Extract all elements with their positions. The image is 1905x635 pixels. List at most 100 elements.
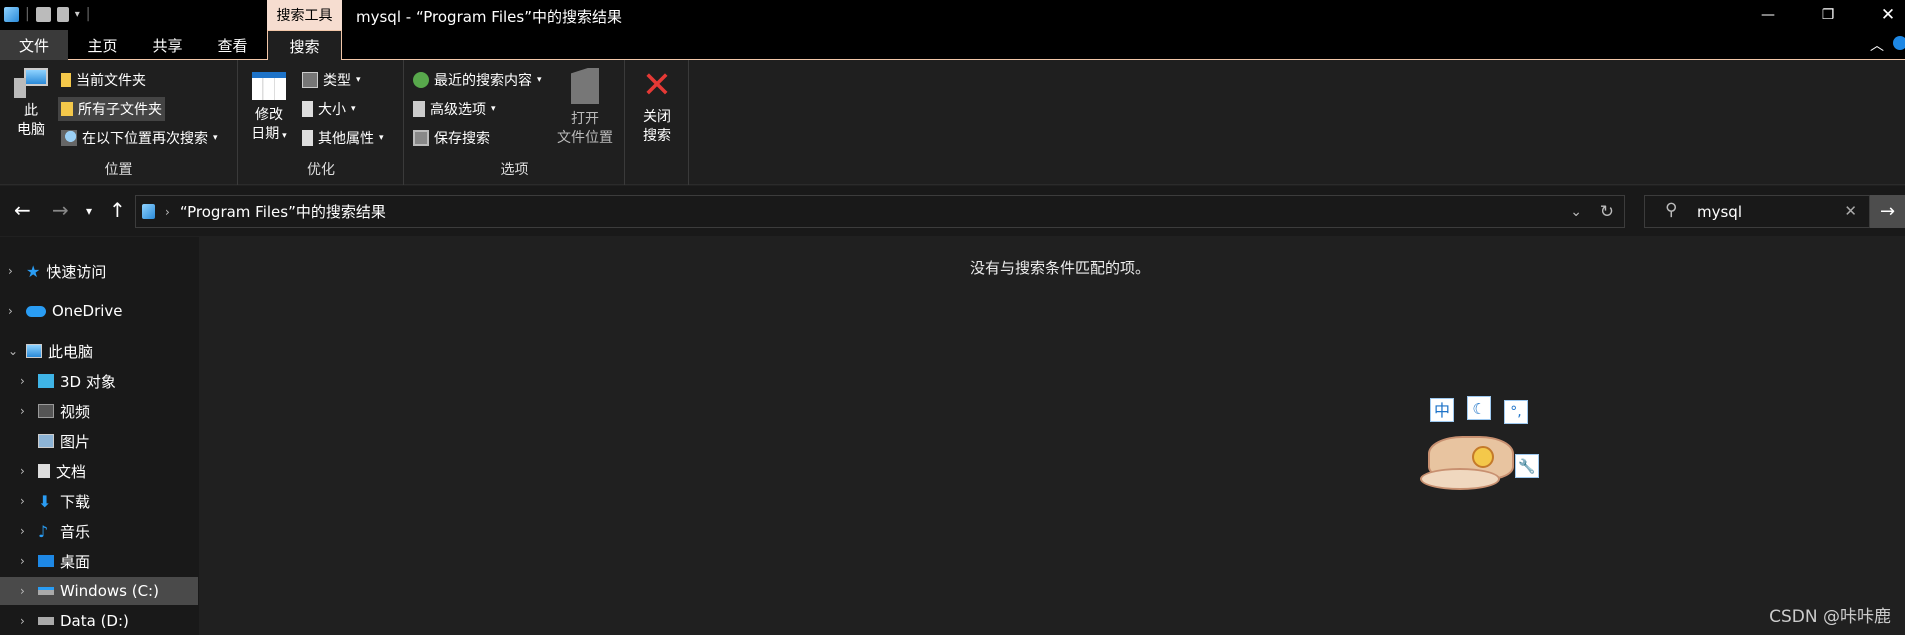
forward-button[interactable]: → <box>52 198 69 222</box>
tab-view[interactable]: 查看 <box>210 30 255 60</box>
app-icon <box>4 6 19 22</box>
nav-onedrive[interactable]: › OneDrive <box>8 297 123 325</box>
tab-share[interactable]: 共享 <box>145 30 190 60</box>
ime-floating-toolbar[interactable]: 中 ☾ °, 🔧 <box>1420 394 1550 499</box>
advanced-options-icon <box>413 101 425 117</box>
moon-icon[interactable]: ☾ <box>1467 396 1491 420</box>
save-search-button[interactable]: 保存搜索 <box>410 126 493 150</box>
search-again-in-button[interactable]: 在以下位置再次搜索 ▾ <box>58 126 221 150</box>
folder-icon <box>61 73 71 87</box>
this-pc-button[interactable]: 此 电脑 <box>10 68 52 140</box>
nav-quick-access[interactable]: › ★ 快速访问 <box>8 257 106 285</box>
watermark: CSDN @咔咔鹿 <box>1769 607 1891 627</box>
window-title: mysql - “Program Files”中的搜索结果 <box>356 8 622 26</box>
open-file-location-button[interactable]: 打开 文件位置 <box>552 68 618 148</box>
nav-item-drive-c[interactable]: › Windows (C:) <box>0 577 198 605</box>
title-bar: | ▾ | 搜索工具 mysql - “Program Files”中的搜索结果… <box>0 0 1905 30</box>
nav-item-downloads[interactable]: › ⬇ 下载 <box>20 487 90 515</box>
open-location-icon <box>571 68 599 104</box>
nav-item-documents[interactable]: › 文档 <box>20 457 86 485</box>
nav-item-pictures[interactable]: 图片 <box>20 427 90 455</box>
expand-chevron-icon[interactable]: › <box>8 264 20 278</box>
search-icon: ⚲ <box>1665 200 1678 220</box>
documents-icon <box>38 464 50 478</box>
properties-icon[interactable] <box>35 6 51 22</box>
advanced-options-button[interactable]: 高级选项 ▾ <box>410 97 499 121</box>
music-icon: ♪ <box>38 521 49 541</box>
recent-locations-dropdown[interactable]: ▾ <box>86 204 92 218</box>
date-modified-button[interactable]: 修改 日期 ▾ <box>249 72 289 146</box>
kind-button[interactable]: 类型 ▾ <box>299 68 364 92</box>
ribbon-tabs: 文件 主页 共享 查看 搜索 ︿ <box>0 30 1905 61</box>
kind-icon <box>302 72 318 88</box>
up-button[interactable]: ↑ <box>109 198 126 222</box>
recent-searches-button[interactable]: 最近的搜索内容 ▾ <box>410 68 545 92</box>
breadcrumb-path[interactable]: “Program Files”中的搜索结果 <box>180 201 386 222</box>
wrench-icon[interactable]: 🔧 <box>1515 454 1539 478</box>
back-button[interactable]: ← <box>14 198 31 222</box>
clear-search-icon[interactable]: ✕ <box>1844 202 1857 220</box>
other-properties-button[interactable]: 其他属性 ▾ <box>299 126 387 150</box>
current-folder-button[interactable]: 当前文件夹 <box>58 68 149 92</box>
restore-button[interactable]: ❐ <box>1805 0 1851 30</box>
punctuation-icon[interactable]: °, <box>1504 400 1528 424</box>
nav-item-3d-objects[interactable]: › 3D 对象 <box>20 367 116 395</box>
empty-results-message: 没有与搜索条件匹配的项。 <box>970 259 1151 277</box>
new-folder-icon[interactable] <box>56 6 69 22</box>
search-box[interactable]: ⚲ mysql ✕ <box>1644 195 1870 228</box>
tab-home[interactable]: 主页 <box>80 30 125 60</box>
subfolders-icon <box>61 102 73 116</box>
all-subfolders-button[interactable]: 所有子文件夹 <box>58 97 165 121</box>
3d-objects-icon <box>38 374 54 388</box>
computer-icon <box>26 344 42 358</box>
mascot-icon <box>1420 432 1530 494</box>
recent-searches-icon <box>413 72 429 88</box>
calendar-icon <box>252 72 286 100</box>
breadcrumb-chevron-icon[interactable]: › <box>165 205 170 219</box>
close-search-icon: ✕ <box>641 65 673 106</box>
computer-icon <box>14 68 48 98</box>
refresh-icon[interactable]: ↻ <box>1600 202 1614 222</box>
desktop-icon <box>38 555 54 567</box>
group-label-location: 位置 <box>104 162 133 178</box>
group-label-options: 选项 <box>500 162 529 178</box>
collapse-ribbon-icon[interactable]: ︿ <box>1870 35 1884 55</box>
address-bar[interactable]: › “Program Files”中的搜索结果 ⌄ ↻ <box>135 195 1625 228</box>
ribbon-group-location: 此 电脑 当前文件夹 所有子文件夹 在以下位置再次搜索 ▾ 位置 <box>0 60 238 185</box>
search-results-location-icon <box>142 204 155 219</box>
drive-c-icon <box>38 587 54 595</box>
file-list-pane[interactable] <box>200 237 1905 635</box>
help-icon[interactable] <box>1893 36 1905 50</box>
search-input[interactable]: mysql <box>1697 203 1742 221</box>
navigation-bar: ← → ▾ ↑ › “Program Files”中的搜索结果 ⌄ ↻ ⚲ my… <box>0 186 1905 236</box>
nav-item-music[interactable]: › ♪ 音乐 <box>20 517 90 545</box>
customize-qa-icon[interactable]: ▾ <box>75 9 80 20</box>
nav-this-pc[interactable]: ⌄ 此电脑 <box>8 337 93 365</box>
pictures-icon <box>38 434 54 448</box>
downloads-icon: ⬇ <box>38 491 52 511</box>
nav-item-drive-d[interactable]: › Data (D:) <box>20 607 129 635</box>
navigation-pane: › ★ 快速访问 › OneDrive ⌄ 此电脑 › 3D 对象 › 视频 图… <box>0 237 199 635</box>
search-again-icon <box>61 130 77 146</box>
tab-file[interactable]: 文件 <box>0 30 68 60</box>
nav-item-videos[interactable]: › 视频 <box>20 397 90 425</box>
close-window-button[interactable]: ✕ <box>1865 0 1905 30</box>
address-history-dropdown[interactable]: ⌄ <box>1570 204 1582 220</box>
properties-doc-icon <box>302 130 313 146</box>
nav-item-desktop[interactable]: › 桌面 <box>20 547 90 575</box>
cloud-icon <box>26 305 46 317</box>
ime-lang-indicator[interactable]: 中 <box>1430 398 1454 422</box>
size-button[interactable]: 大小 ▾ <box>299 97 359 121</box>
close-search-button[interactable]: ✕ 关闭 搜索 <box>632 68 682 146</box>
minimize-button[interactable]: — <box>1745 0 1791 30</box>
tab-search[interactable]: 搜索 <box>267 30 342 61</box>
video-icon <box>38 404 54 418</box>
quick-access-toolbar: | ▾ | <box>4 6 90 22</box>
ribbon: 此 电脑 当前文件夹 所有子文件夹 在以下位置再次搜索 ▾ 位置 修改 日期 ▾… <box>0 60 1905 185</box>
collapse-chevron-icon[interactable]: ⌄ <box>8 344 20 358</box>
expand-chevron-icon[interactable]: › <box>8 304 20 318</box>
save-icon <box>413 130 429 146</box>
ribbon-group-options: 最近的搜索内容 ▾ 高级选项 ▾ 保存搜索 打开 文件位置 选项 <box>405 60 625 185</box>
group-label-refine: 优化 <box>307 162 335 178</box>
search-go-button[interactable]: → <box>1870 195 1905 228</box>
